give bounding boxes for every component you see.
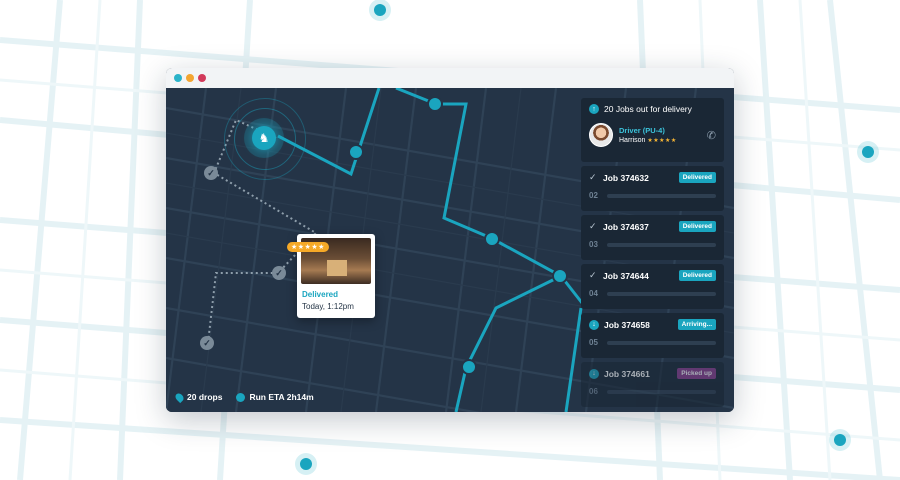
drops-label: 20 drops bbox=[187, 392, 223, 402]
floating-location-dot bbox=[369, 0, 391, 21]
parcel-image bbox=[327, 260, 347, 276]
driver-rating-stars: ★★★★★ bbox=[647, 138, 677, 144]
status-badge: Delivered bbox=[678, 221, 716, 232]
window-titlebar bbox=[166, 68, 734, 88]
eta-label: Run ETA 2h14m bbox=[249, 392, 314, 402]
route-stop-node bbox=[484, 231, 500, 247]
job-number: 04 bbox=[589, 289, 598, 298]
app-window: ♞ ✓ ✓ ✓ ★★★★★ Delivered Today, 1:12pm 20… bbox=[166, 68, 734, 412]
depot-hub[interactable]: ♞ bbox=[224, 98, 306, 180]
job-card[interactable]: ✓ Job 374632 Delivered 02 bbox=[581, 166, 724, 211]
driver-card[interactable]: ↑ 20 Jobs out for delivery Driver (PU-4)… bbox=[581, 98, 724, 162]
job-title: Job 374637 bbox=[603, 221, 649, 232]
window-close-dot[interactable] bbox=[174, 74, 182, 82]
delivery-popup[interactable]: ★★★★★ Delivered Today, 1:12pm bbox=[287, 234, 375, 318]
progress-bar bbox=[607, 340, 716, 345]
active-route bbox=[454, 274, 562, 412]
check-icon: ✓ bbox=[589, 221, 597, 231]
route-stop-node bbox=[427, 96, 443, 112]
window-minimize-dot[interactable] bbox=[186, 74, 194, 82]
progress-bar bbox=[607, 242, 716, 247]
eta-stat: Run ETA 2h14m bbox=[236, 392, 314, 402]
floating-location-dot bbox=[829, 429, 851, 451]
run-stats: 20 drops Run ETA 2h14m bbox=[173, 391, 314, 403]
job-title: Job 374632 bbox=[603, 172, 649, 183]
driver-avatar bbox=[589, 123, 613, 147]
job-number: 05 bbox=[589, 338, 598, 347]
job-number: 02 bbox=[589, 191, 598, 200]
job-number: 06 bbox=[589, 387, 598, 396]
job-card[interactable]: ✓ Job 374637 Delivered 03 bbox=[581, 215, 724, 260]
job-card[interactable]: ↓ Job 374661 Picked up 06 bbox=[581, 362, 724, 407]
active-route bbox=[564, 307, 583, 412]
delivery-map[interactable]: ♞ ✓ ✓ ✓ ★★★★★ Delivered Today, 1:12pm 20… bbox=[166, 88, 734, 412]
map-pin-icon bbox=[173, 391, 186, 403]
progress-bar bbox=[607, 291, 716, 296]
completed-stop-check-icon[interactable]: ✓ bbox=[204, 166, 218, 180]
clock-icon bbox=[236, 392, 246, 402]
job-title: Job 374661 bbox=[604, 368, 650, 379]
job-number: 03 bbox=[589, 240, 598, 249]
popup-status: Delivered bbox=[302, 290, 339, 299]
jobs-header: ↑ 20 Jobs out for delivery bbox=[589, 104, 716, 114]
status-badge: Delivered bbox=[678, 172, 716, 183]
popup-rating-stars: ★★★★★ bbox=[287, 242, 329, 252]
driver-name-line: Harrison ★★★★★ bbox=[619, 137, 677, 144]
route-stop-node bbox=[552, 268, 568, 284]
status-badge: Delivered bbox=[678, 270, 716, 281]
jobs-panel: ↑ 20 Jobs out for delivery Driver (PU-4)… bbox=[581, 98, 724, 411]
status-badge: Picked up bbox=[677, 368, 716, 379]
progress-bar bbox=[607, 389, 716, 394]
window-maximize-dot[interactable] bbox=[198, 74, 206, 82]
jobs-header-text: 20 Jobs out for delivery bbox=[604, 104, 692, 114]
arrow-down-icon: ↓ bbox=[589, 368, 599, 379]
job-card[interactable]: ↓ Job 374658 Arriving... 05 bbox=[581, 313, 724, 358]
driver-name: Harrison bbox=[619, 137, 646, 144]
driver-label: Driver (PU-4) bbox=[619, 126, 665, 135]
floating-location-dot bbox=[857, 141, 879, 163]
phone-icon[interactable]: ✆ bbox=[707, 129, 716, 142]
popup-time: Today, 1:12pm bbox=[302, 302, 354, 311]
drops-stat: 20 drops bbox=[173, 391, 223, 403]
progress-bar bbox=[607, 193, 716, 198]
arrow-up-icon: ↑ bbox=[589, 104, 599, 114]
driver-row: Driver (PU-4) Harrison ★★★★★ ✆ bbox=[589, 123, 716, 147]
check-icon: ✓ bbox=[589, 270, 597, 280]
completed-stop-check-icon[interactable]: ✓ bbox=[272, 266, 286, 280]
status-badge: Arriving... bbox=[677, 319, 716, 330]
floating-location-dot bbox=[295, 453, 317, 475]
check-icon: ✓ bbox=[589, 172, 597, 182]
job-card[interactable]: ✓ Job 374644 Delivered 04 bbox=[581, 264, 724, 309]
route-stop-node bbox=[348, 144, 364, 160]
job-title: Job 374658 bbox=[604, 319, 650, 330]
llama-icon: ♞ bbox=[252, 126, 276, 150]
completed-stop-check-icon[interactable]: ✓ bbox=[200, 336, 214, 350]
job-title: Job 374644 bbox=[603, 270, 649, 281]
arrow-down-icon: ↓ bbox=[589, 319, 599, 330]
route-stop-node bbox=[461, 359, 477, 375]
